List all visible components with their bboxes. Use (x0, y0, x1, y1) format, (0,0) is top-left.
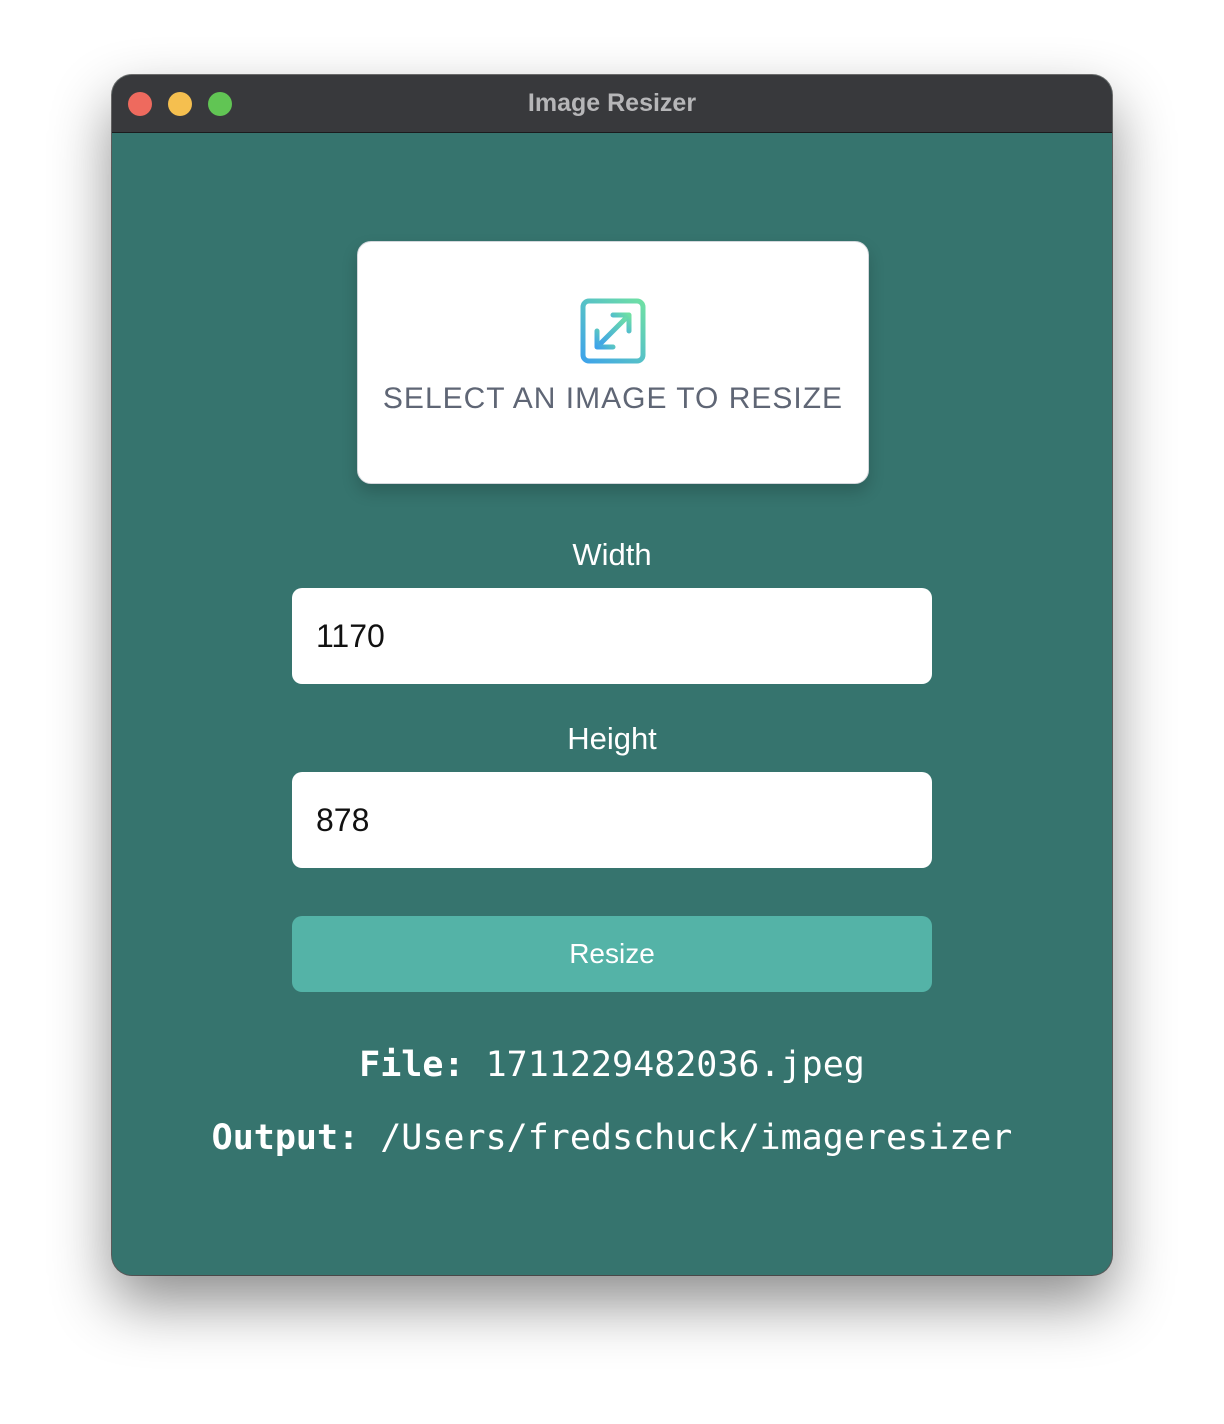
title-bar[interactable]: Image Resizer (112, 75, 1112, 133)
window-title: Image Resizer (527, 89, 697, 117)
app-window: Image Resizer SELECT AN IMAGE TO RESIZE … (112, 75, 1112, 1275)
expand-arrows-icon (580, 298, 646, 364)
output-info-key: Output: (211, 1118, 360, 1158)
width-input[interactable] (292, 588, 932, 684)
width-label: Width (572, 537, 652, 572)
output-info-value: /Users/fredschuck/imageresizer (380, 1118, 1013, 1158)
image-select-dropzone[interactable]: SELECT AN IMAGE TO RESIZE (357, 241, 869, 484)
output-info: Output: /Users/fredschuck/imageresizer (112, 1118, 1112, 1158)
height-label: Height (567, 721, 657, 756)
file-info-value: 1711229482036.jpeg (485, 1045, 865, 1085)
height-input[interactable] (292, 772, 932, 868)
file-info: File: 1711229482036.jpeg (112, 1045, 1112, 1085)
resize-button[interactable]: Resize (292, 916, 932, 992)
file-info-key: File: (359, 1045, 465, 1085)
dropzone-label: SELECT AN IMAGE TO RESIZE (382, 382, 844, 415)
